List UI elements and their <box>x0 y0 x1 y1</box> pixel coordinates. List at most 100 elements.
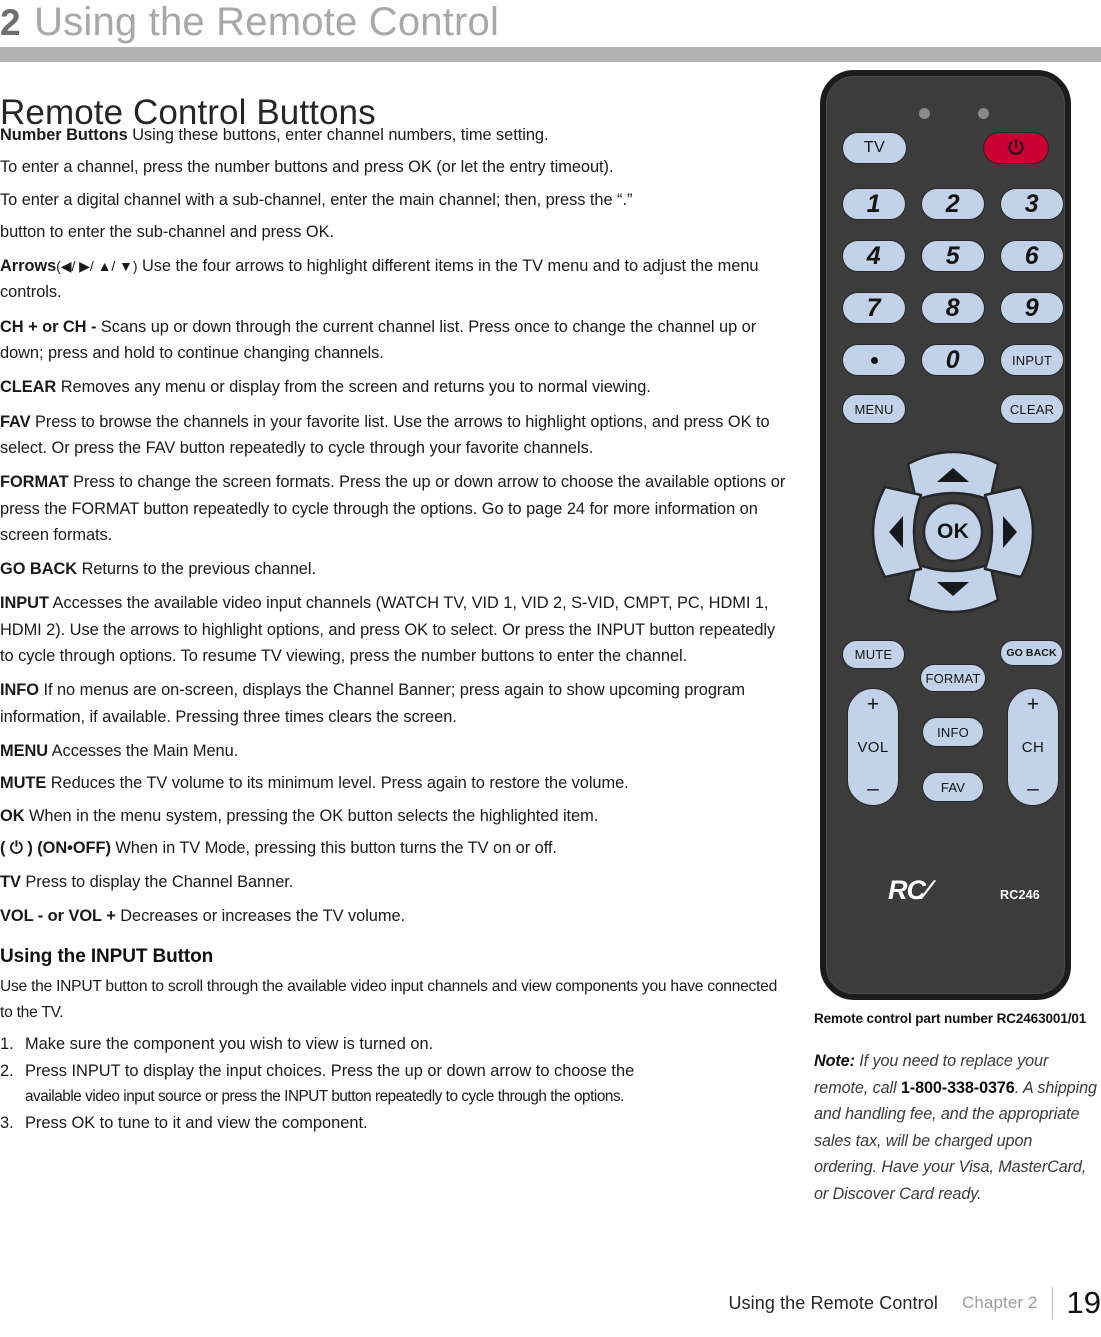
right-column: TV 1 2 3 4 5 6 7 8 9 0 INPUT MENU CLEAR <box>812 70 1101 1207</box>
paragraph-go-back: GO BACK Returns to the previous channel. <box>0 556 790 582</box>
remote-button-down <box>906 562 1000 614</box>
step-text: Press INPUT to display the input choices… <box>25 1062 635 1081</box>
text-go-back: Returns to the previous channel. <box>77 560 316 579</box>
paragraph-arrows: Arrows(◀/ ▶/ ▲/ ▼) Use the four arrows t… <box>0 253 790 306</box>
text-tv: Press to display the Channel Banner. <box>20 873 294 892</box>
remote-button-up <box>906 450 1000 502</box>
paragraph-mute: MUTE Reduces the TV volume to its minimu… <box>0 770 790 796</box>
input-step-2: 2. Press INPUT to display the input choi… <box>0 1059 790 1109</box>
remote-button-mute[interactable]: MUTE <box>842 640 905 669</box>
paragraph-enter-channel: To enter a channel, press the number but… <box>0 158 614 177</box>
remote-button-0[interactable]: 0 <box>921 344 985 376</box>
input-section-intro: Use the INPUT button to scroll through t… <box>0 977 778 1022</box>
input-section-heading: Using the INPUT Button <box>0 945 214 967</box>
step-number: 2. <box>0 1062 14 1081</box>
text-clear: Removes any menu or display from the scr… <box>56 378 651 397</box>
arrow-glyphs: (◀/ ▶/ ▲/ ▼) <box>56 258 138 275</box>
power-icon <box>1008 138 1024 155</box>
note-text-after: . A shipping and handling fee, and the a… <box>814 1078 1097 1203</box>
remote-button-power[interactable] <box>983 132 1049 164</box>
paragraph-ok: OK When in the menu system, pressing the… <box>0 803 790 829</box>
led-indicator-left <box>919 108 930 119</box>
paragraph-input: INPUT Accesses the available video input… <box>0 590 790 669</box>
term-fav: FAV <box>0 412 31 431</box>
note-label: Note: <box>814 1052 855 1070</box>
term-mute: MUTE <box>0 774 47 793</box>
chapter-header: 2 Using the Remote Control <box>0 0 1101 62</box>
remote-button-left <box>871 485 923 579</box>
remote-button-6[interactable]: 6 <box>1000 240 1064 272</box>
paragraph-fav: FAV Press to browse the channels in your… <box>0 409 790 462</box>
header-rule <box>0 47 1101 62</box>
text-ok: When in the menu system, pressing the OK… <box>24 806 599 825</box>
remote-control-illustration: TV 1 2 3 4 5 6 7 8 9 0 INPUT MENU CLEAR <box>820 70 1075 1005</box>
step-text-wrap: Press INPUT to display the input choices… <box>25 1059 790 1109</box>
remote-button-7[interactable]: 7 <box>842 292 906 324</box>
term-format: FORMAT <box>0 473 69 492</box>
term-arrows: Arrows <box>0 257 57 276</box>
remote-button-ch-rocker[interactable]: + CH – <box>1007 688 1059 806</box>
term-tv: TV <box>0 873 21 892</box>
footer-section-title: Using the Remote Control <box>728 1292 938 1313</box>
chapter-heading-line: 2 Using the Remote Control <box>0 0 499 48</box>
text-info: If no menus are on-screen, displays the … <box>0 681 745 726</box>
remote-button-5[interactable]: 5 <box>921 240 985 272</box>
note-phone-number: 1-800-338-0376 <box>900 1078 1015 1097</box>
remote-button-8[interactable]: 8 <box>921 292 985 324</box>
chapter-title: Using the Remote Control <box>34 0 500 44</box>
remote-button-2[interactable]: 2 <box>921 188 985 220</box>
remote-model-number: RC246 <box>1000 888 1040 902</box>
note-block: Note: If you need to replace your remote… <box>814 1048 1098 1207</box>
remote-button-tv[interactable]: TV <box>842 132 907 164</box>
remote-button-fav[interactable]: FAV <box>922 772 984 802</box>
term-menu: MENU <box>0 741 49 760</box>
paragraph-ch-plus-minus: CH + or CH - Scans up or down through th… <box>0 314 790 367</box>
term-ok: OK <box>0 806 25 825</box>
remote-button-input[interactable]: INPUT <box>1000 344 1064 376</box>
remote-button-1[interactable]: 1 <box>842 188 906 220</box>
text-fav: Press to browse the channels in your fav… <box>0 412 770 457</box>
remote-button-4[interactable]: 4 <box>842 240 906 272</box>
paragraph-on-off: ( ⏻ ) (ON•OFF) When in TV Mode, pressing… <box>0 835 790 861</box>
remote-button-clear[interactable]: CLEAR <box>1000 394 1064 424</box>
text-vol: Decreases or increases the TV volume. <box>115 907 406 926</box>
chapter-number: 2 <box>0 2 21 43</box>
main-text-column: Number Buttons Using these buttons, ente… <box>0 122 790 1138</box>
remote-button-menu[interactable]: MENU <box>842 394 906 424</box>
remote-button-format[interactable]: FORMAT <box>920 664 986 692</box>
text-menu: Accesses the Main Menu. <box>48 741 239 760</box>
remote-button-9[interactable]: 9 <box>1000 292 1064 324</box>
text-ch: Scans up or down through the current cha… <box>0 317 757 363</box>
text-on-off: When in TV Mode, pressing this button tu… <box>110 838 557 857</box>
paragraph-menu: MENU Accesses the Main Menu. <box>0 738 790 764</box>
text-input: Accesses the available video input chann… <box>0 594 776 666</box>
input-step-1: 1. Make sure the component you wish to v… <box>0 1032 790 1057</box>
paragraph-tv: TV Press to display the Channel Banner. <box>0 869 790 895</box>
remote-button-3[interactable]: 3 <box>1000 188 1064 220</box>
remote-button-ok <box>922 501 984 563</box>
step-number: 1. <box>0 1035 14 1054</box>
term-vol: VOL - or VOL + <box>0 907 116 926</box>
ch-minus-label: – <box>1027 777 1039 800</box>
term-ch: CH + or CH - <box>0 317 97 336</box>
step-text: Press OK to tune to it and view the comp… <box>25 1114 368 1133</box>
remote-button-info[interactable]: INFO <box>922 717 984 747</box>
remote-button-right <box>983 485 1035 579</box>
remote-button-vol-rocker[interactable]: + VOL – <box>847 688 899 806</box>
step-text: Make sure the component you wish to view… <box>25 1035 434 1054</box>
remote-button-dot[interactable] <box>842 344 906 376</box>
term-input: INPUT <box>0 594 49 613</box>
footer-page-number: 19 <box>1066 1285 1101 1320</box>
input-step-3: 3. Press OK to tune to it and view the c… <box>0 1111 790 1136</box>
paragraph-info: INFO If no menus are on-screen, displays… <box>0 677 790 730</box>
footer-divider <box>1051 1287 1053 1319</box>
vol-label: VOL <box>857 738 889 756</box>
term-clear: CLEAR <box>0 378 57 397</box>
paragraph-clear: CLEAR Removes any menu or display from t… <box>0 374 790 400</box>
term-number-buttons: Number Buttons <box>0 126 128 144</box>
remote-button-go-back[interactable]: GO BACK <box>1000 640 1063 666</box>
rca-logo: RC∕ <box>888 875 930 905</box>
vol-plus-label: + <box>866 693 880 716</box>
step-number: 3. <box>0 1114 14 1133</box>
led-indicator-right <box>978 108 989 119</box>
